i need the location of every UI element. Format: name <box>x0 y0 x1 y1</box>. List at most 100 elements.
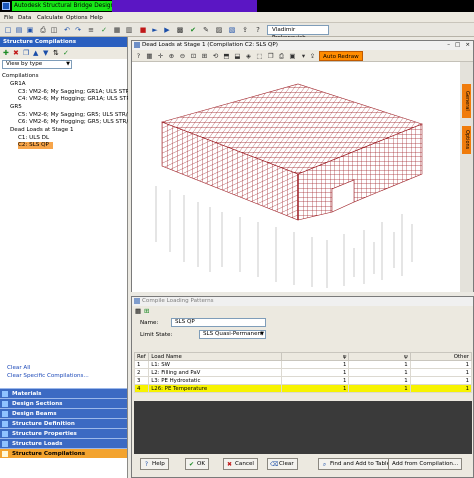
insert-icon[interactable]: ⊞ <box>144 307 149 315</box>
cell-other[interactable]: 1 <box>409 384 473 393</box>
open-icon[interactable]: ▤ <box>14 25 24 35</box>
model-canvas[interactable] <box>132 62 460 292</box>
help-button[interactable]: ? Help <box>140 458 169 470</box>
table-icon[interactable]: ▦ <box>135 307 141 315</box>
redo-icon[interactable]: ↷ <box>73 25 83 35</box>
col-psi-1[interactable]: ψ <box>281 352 350 361</box>
menu-help[interactable]: Help <box>90 14 103 22</box>
export-icon[interactable]: ⇪ <box>240 25 250 35</box>
accept-icon[interactable]: ✓ <box>63 49 69 57</box>
save-icon[interactable]: ▣ <box>25 25 35 35</box>
auto-redraw-button[interactable]: Auto Redraw <box>319 51 363 61</box>
grid-icon[interactable]: ▦ <box>112 25 122 35</box>
name-input[interactable]: SLS QP <box>171 318 266 327</box>
zoom-extents-icon[interactable]: ⊞ <box>200 52 209 61</box>
col-load-name[interactable]: Load Name <box>148 352 283 361</box>
view-iso-icon[interactable]: ◈ <box>244 52 253 61</box>
table-row[interactable]: 3 L3: PE Hydrostatic 1 1 1 <box>133 376 473 385</box>
nav-structure-definition[interactable]: Structure Definition <box>0 418 127 428</box>
move-down-icon[interactable]: ▼ <box>43 49 48 57</box>
sort-icon[interactable]: ⇅ <box>53 49 59 57</box>
export-icon[interactable]: ⇪ <box>308 52 317 61</box>
zoom-out-icon[interactable]: ⊖ <box>178 52 187 61</box>
cell-other[interactable]: 1 <box>409 376 473 385</box>
data-icon[interactable]: ≡ <box>86 25 96 35</box>
ok-button[interactable]: ✔ OK <box>185 458 210 470</box>
help-icon[interactable]: ? <box>253 25 263 35</box>
clear-specific-link[interactable]: Clear Specific Compilations... <box>7 372 89 380</box>
report-icon[interactable]: ▧ <box>227 25 237 35</box>
tree-item[interactable]: C3: VM2-6; My Sagging; GR1A; ULS STR/GEO <box>18 89 144 96</box>
cell-psi-1[interactable]: 1 <box>281 360 350 369</box>
menu-options[interactable]: Options <box>66 14 88 22</box>
cancel-button[interactable]: ✖ Cancel <box>223 458 258 470</box>
table-row[interactable]: 2 L2: Filling and PaV 1 1 1 <box>133 368 473 377</box>
view-top-icon[interactable]: ⬒ <box>222 52 231 61</box>
analysis-icon[interactable]: ► <box>150 25 160 35</box>
table-icon[interactable]: ▥ <box>124 25 134 35</box>
menu-file[interactable]: File <box>4 14 13 22</box>
cell-psi-2[interactable]: 1 <box>348 368 411 377</box>
menu-data[interactable]: Data <box>18 14 31 22</box>
tree-item-selected[interactable]: C2: SLS QP <box>18 142 53 149</box>
cell-other[interactable]: 1 <box>409 360 473 369</box>
clear-button[interactable]: ⌫ Clear <box>267 458 298 470</box>
add-icon[interactable]: ✚ <box>3 49 9 57</box>
close-icon[interactable]: × <box>465 42 470 48</box>
cell-psi-1[interactable]: 1 <box>281 368 350 377</box>
pen-icon[interactable]: ✎ <box>201 25 211 35</box>
preview-icon[interactable]: ◫ <box>49 25 59 35</box>
pan-icon[interactable]: ✛ <box>156 52 165 61</box>
find-add-button[interactable]: ⌕ Find and Add to Table <box>318 458 395 470</box>
copy-icon[interactable]: ❐ <box>23 49 29 57</box>
table-row[interactable]: 1 L1: SW 1 1 1 <box>133 360 473 369</box>
maximize-icon[interactable]: □ <box>455 42 460 48</box>
view-side-icon[interactable]: ⬓ <box>233 52 242 61</box>
tree-item[interactable]: Compilations <box>2 73 39 80</box>
nav-design-sections[interactable]: Design Sections <box>0 398 127 408</box>
nav-structure-loads[interactable]: Structure Loads <box>0 438 127 448</box>
table-row-highlighted[interactable]: 4 L26: PE Temperature 1 1 1 <box>133 384 473 393</box>
limit-state-select[interactable]: SLS Quasi-Permanent ▼ <box>199 330 266 339</box>
col-ref[interactable]: Ref <box>133 352 150 361</box>
chart-icon[interactable]: ▨ <box>214 25 224 35</box>
minimize-icon[interactable]: – <box>447 42 450 48</box>
new-icon[interactable]: □ <box>3 25 13 35</box>
col-psi-2[interactable]: ψ <box>348 352 411 361</box>
nav-structure-properties[interactable]: Structure Properties <box>0 428 127 438</box>
tree-item[interactable]: C1: ULS DL <box>18 135 49 142</box>
tree-item[interactable]: GR1A <box>10 81 26 88</box>
tree-item[interactable]: Dead Loads at Stage 1 <box>10 127 74 134</box>
delete-icon[interactable]: ✖ <box>13 49 19 57</box>
cell-psi-2[interactable]: 1 <box>348 360 411 369</box>
cell-psi-2[interactable]: 1 <box>348 384 411 393</box>
results-icon[interactable]: ▩ <box>175 25 185 35</box>
save-icon[interactable]: ▣ <box>288 52 297 61</box>
copy-icon[interactable]: ❐ <box>266 52 275 61</box>
calc-icon[interactable]: ▶ <box>162 25 172 35</box>
clear-all-link[interactable]: Clear All <box>7 364 89 372</box>
print-icon[interactable]: ⎙ <box>277 52 286 61</box>
tab-options[interactable]: Options <box>462 126 471 154</box>
add-from-compilation-button[interactable]: Add from Compilation... <box>388 458 463 470</box>
check-icon[interactable]: ✓ <box>99 25 109 35</box>
stop-icon[interactable]: ■ <box>138 25 148 35</box>
nav-structure-compilations[interactable]: Structure Compilations <box>0 448 127 458</box>
cell-psi-1[interactable]: 1 <box>281 384 350 393</box>
undo-icon[interactable]: ↶ <box>62 25 72 35</box>
nav-design-beams[interactable]: Design Beams <box>0 408 127 418</box>
grid-icon[interactable]: ▦ <box>145 52 154 61</box>
tick-icon[interactable]: ✔ <box>188 25 198 35</box>
cell-psi-1[interactable]: 1 <box>281 376 350 385</box>
move-up-icon[interactable]: ▲ <box>33 49 38 57</box>
view-by-select[interactable]: View by type ▼ <box>2 60 72 69</box>
user-field[interactable]: Vladimir Prokopovich <box>267 25 329 41</box>
select-icon[interactable]: ⬚ <box>255 52 264 61</box>
menu-calculate[interactable]: Calculate <box>37 14 63 22</box>
zoom-window-icon[interactable]: ⊡ <box>189 52 198 61</box>
tree-item[interactable]: C5: VM2-6; My Sagging; GR5; ULS STR/GEO <box>18 112 140 119</box>
nav-materials[interactable]: Materials <box>0 388 127 398</box>
tree-item[interactable]: C6: VM2-6; My Hogging; GR5; ULS STR/GEO <box>18 119 141 126</box>
cell-other[interactable]: 1 <box>409 368 473 377</box>
col-other[interactable]: Other <box>409 352 473 361</box>
